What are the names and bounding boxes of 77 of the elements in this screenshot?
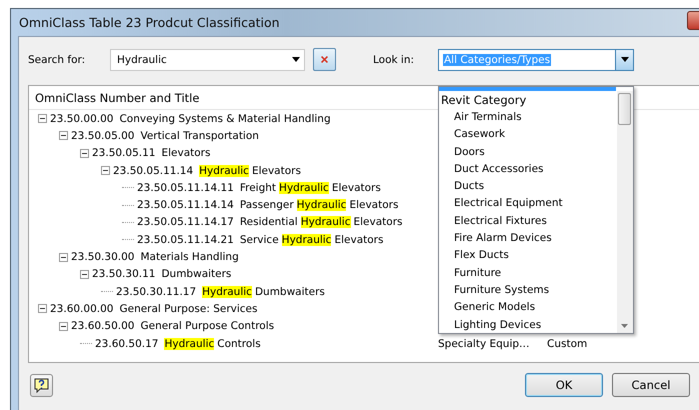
class-number: 23.50.05.11 — [92, 147, 156, 160]
class-number: 23.50.30.00 — [71, 251, 134, 264]
list-item[interactable]: Electrical Equipment — [439, 194, 617, 212]
title-text: Elevators — [252, 164, 301, 177]
scroll-thumb[interactable] — [618, 93, 631, 125]
collapse-icon[interactable] — [38, 114, 47, 124]
cancel-button[interactable]: Cancel — [612, 373, 690, 397]
title-text: Controls — [217, 338, 261, 350]
collapse-icon[interactable] — [38, 304, 47, 314]
class-number: 23.50.00.00 — [50, 112, 114, 125]
search-label: Search for: — [28, 54, 86, 66]
collapse-icon[interactable] — [80, 148, 89, 158]
collapse-icon[interactable] — [59, 252, 68, 262]
highlighted-match: Hydraulic — [164, 338, 214, 350]
title-text: Elevators — [332, 182, 381, 194]
list-item[interactable]: Fire Alarm Devices — [439, 229, 617, 247]
help-icon — [34, 378, 49, 392]
list-item[interactable]: Generic Models — [439, 298, 617, 316]
list-item[interactable]: Duct Accessories — [439, 160, 617, 178]
highlighted-match: Hydraulic — [296, 199, 346, 212]
title-text: General Purpose: Services — [119, 302, 258, 315]
highlighted-match: Hydraulic — [202, 286, 252, 298]
list-item[interactable]: Flex Ducts — [439, 246, 617, 264]
look-in-label: Look in: — [373, 54, 416, 66]
collapse-icon[interactable] — [59, 322, 68, 331]
scrollbar[interactable] — [617, 91, 633, 333]
list-item[interactable]: Ducts — [439, 177, 617, 195]
list-item[interactable]: Furniture — [439, 264, 617, 282]
collapse-icon[interactable] — [80, 270, 89, 279]
title-text: Residential — [240, 216, 298, 228]
highlighted-match: Hydraulic — [199, 164, 249, 177]
title-text: Passenger — [240, 199, 294, 212]
class-number: 23.60.00.00 — [50, 302, 114, 315]
table-cell: Specialty Equip… — [438, 338, 530, 350]
list-item[interactable]: Casework — [439, 126, 617, 143]
title-text: Conveying Systems & Material Handling — [119, 112, 331, 125]
search-field[interactable]: Hydraulic — [110, 48, 305, 70]
class-number: 23.50.05.11.14.21 — [137, 234, 234, 246]
highlighted-match: Hydraulic — [300, 216, 350, 228]
class-number: 23.60.50.17 — [95, 338, 158, 350]
list-item[interactable]: Air Terminals — [439, 108, 617, 126]
class-number: 23.50.05.11.14.17 — [137, 216, 234, 228]
ok-button[interactable]: OK — [525, 373, 603, 397]
class-number: 23.50.05.11.14 — [113, 164, 194, 177]
clear-button[interactable] — [313, 48, 336, 71]
title-text: Service — [240, 234, 279, 246]
class-number: 23.50.30.11.17 — [116, 286, 196, 298]
class-number: 23.50.30.11 — [92, 268, 156, 280]
scroll-down-icon[interactable] — [621, 324, 628, 328]
caret-icon — [620, 57, 628, 62]
list-item[interactable]: Doors — [439, 142, 617, 160]
list-item[interactable]: Lighting Devices — [439, 316, 617, 333]
window-title: OmniClass Table 23 Prodcut Classification — [18, 15, 280, 30]
title-text: Materials Handling — [140, 251, 239, 264]
class-number: 23.50.05.11.14.11 — [137, 182, 234, 194]
title-text: Elevators — [349, 199, 398, 212]
title-text: Dumbwaiters — [161, 268, 232, 280]
highlighted-match: Hydraulic — [282, 234, 332, 246]
title-text: General Purpose Controls — [140, 320, 274, 332]
title-text: Elevators — [334, 234, 384, 246]
class-number: 23.50.05.00 — [71, 130, 134, 142]
caret-icon — [292, 57, 300, 62]
highlighted-match: Hydraulic — [279, 182, 329, 194]
help-button[interactable] — [30, 374, 53, 396]
group-header: Revit Category — [440, 92, 528, 108]
title-text: Freight — [240, 182, 276, 194]
title-text: Elevators — [354, 216, 402, 228]
collapse-icon[interactable] — [101, 166, 110, 176]
list-item[interactable]: Furniture Systems — [439, 281, 617, 299]
table-cell: Custom — [547, 338, 588, 350]
class-number: 23.60.50.00 — [71, 320, 134, 332]
collapse-icon[interactable] — [59, 131, 68, 140]
list-item[interactable]: Electrical Fixtures — [439, 212, 617, 230]
title-text: Elevators — [161, 147, 210, 160]
title-text: Dumbwaiters — [254, 286, 325, 298]
title-text: Vertical Transportation — [140, 130, 259, 142]
class-number: 23.50.05.11.14.14 — [137, 199, 234, 212]
